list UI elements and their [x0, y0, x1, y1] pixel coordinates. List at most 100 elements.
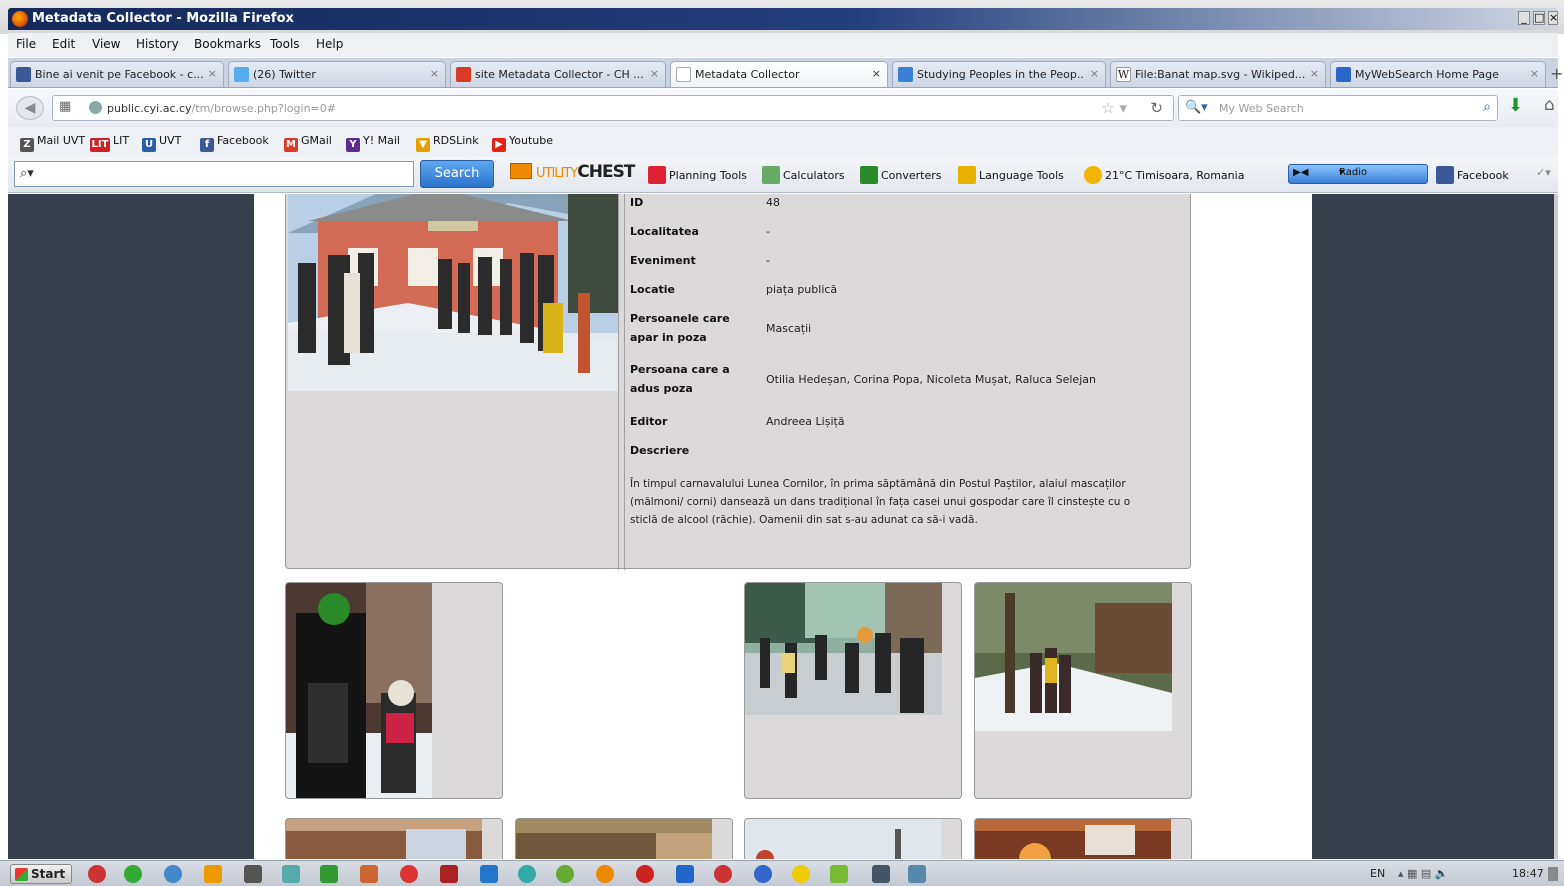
close-tab-icon[interactable]: × [208, 67, 217, 80]
toolbar-search-input[interactable]: ⌕▾ [14, 161, 414, 187]
explorer-taskbar-icon[interactable] [244, 865, 262, 883]
bookmark-facebook[interactable]: f Facebook [200, 134, 269, 152]
thumbnail-card[interactable] [285, 818, 503, 859]
tab-mywebsearch[interactable]: MyWebSearch Home Page × [1330, 61, 1546, 87]
thumbnail-image[interactable] [745, 819, 941, 859]
tray-icons[interactable]: ▴ ▦ ▤ 🔈 [1398, 867, 1449, 880]
media-taskbar-icon[interactable] [204, 865, 222, 883]
search-engine-icon[interactable]: 🔍▾ [1185, 100, 1208, 115]
thumbnail-card[interactable] [744, 582, 962, 799]
bookmark-youtube[interactable]: ▶ Youtube [492, 134, 553, 152]
excel-taskbar-icon[interactable] [320, 865, 338, 883]
thumbnail-image[interactable] [975, 819, 1171, 859]
back-button[interactable]: ◀ [16, 96, 44, 120]
app-taskbar-icon[interactable] [636, 865, 654, 883]
bookmark-star-icon[interactable]: ☆ ▾ [1101, 99, 1127, 117]
planning-tools-menu[interactable]: Planning Tools [648, 166, 747, 184]
bookmark-uvt[interactable]: U UVT [142, 134, 181, 152]
page-scrollbar[interactable] [1554, 194, 1558, 859]
calculators-menu[interactable]: Calculators [762, 166, 845, 184]
home-icon[interactable]: ⌂ [1544, 95, 1555, 115]
app-taskbar-icon[interactable] [518, 865, 536, 883]
skype-taskbar-icon[interactable] [480, 865, 498, 883]
app-taskbar-icon[interactable] [830, 865, 848, 883]
menu-help[interactable]: Help [316, 37, 343, 51]
language-indicator[interactable]: EN [1370, 867, 1385, 880]
tab-studying-peoples[interactable]: Studying Peoples in the Peop... × [892, 61, 1106, 87]
toolbar-options-icon[interactable]: ✓▾ [1536, 166, 1551, 179]
acrobat-taskbar-icon[interactable] [440, 865, 458, 883]
dropdown-arrow-icon[interactable]: ▾ [1339, 167, 1421, 178]
thumbnail-card[interactable] [974, 818, 1192, 859]
chrome-taskbar-icon[interactable] [124, 865, 142, 883]
app-taskbar-icon[interactable] [872, 865, 890, 883]
utility-chest-logo[interactable]: UTILITYCHEST [510, 162, 635, 182]
reload-icon[interactable]: ↻ [1150, 99, 1163, 117]
download-arrow-icon[interactable]: ⬇ [1508, 95, 1523, 116]
ie-taskbar-icon[interactable] [164, 865, 182, 883]
tab-site-metadata[interactable]: site Metadata Collector - CH ... × [450, 61, 666, 87]
bookmark-yahoo-mail[interactable]: Y Y! Mail [346, 134, 400, 152]
show-desktop-button[interactable] [1548, 867, 1558, 881]
menu-tools[interactable]: Tools [270, 37, 300, 51]
toolbar-facebook[interactable]: Facebook [1436, 166, 1509, 184]
minimize-button[interactable]: _ [1518, 11, 1530, 25]
tab-wikipedia[interactable]: W File:Banat map.svg - Wikiped... × [1110, 61, 1326, 87]
close-window-button[interactable]: × [1548, 11, 1558, 25]
converters-menu[interactable]: Converters [860, 166, 942, 184]
app-taskbar-icon[interactable] [282, 865, 300, 883]
app-taskbar-icon[interactable] [908, 865, 926, 883]
maximize-button[interactable]: □ [1533, 11, 1545, 25]
web-search-box[interactable]: 🔍▾ My Web Search ⌕ [1178, 95, 1498, 121]
close-tab-icon[interactable]: × [650, 67, 659, 80]
tab-facebook[interactable]: Bine ai venit pe Facebook - c... × [10, 61, 224, 87]
radio-player[interactable]: ▶◀ Radio ▾ [1288, 164, 1428, 184]
identity-icon[interactable]: ▦ [59, 99, 71, 114]
thumbnail-card[interactable] [744, 818, 962, 859]
field-label: Editor [630, 415, 668, 428]
thumbnail-card[interactable] [974, 582, 1192, 799]
tab-twitter[interactable]: (26) Twitter × [228, 61, 446, 87]
thumbnail-card[interactable] [515, 818, 733, 859]
app-taskbar-icon[interactable] [400, 865, 418, 883]
firefox-taskbar-icon[interactable] [88, 865, 106, 883]
new-tab-button[interactable]: + [1550, 64, 1563, 83]
language-tools-menu[interactable]: Language Tools [958, 166, 1064, 184]
thumbnail-image[interactable] [516, 819, 712, 859]
menu-file[interactable]: File [16, 37, 36, 51]
thumbnail-image[interactable] [975, 583, 1172, 731]
main-photo[interactable] [288, 194, 618, 391]
app-taskbar-icon[interactable] [596, 865, 614, 883]
menu-edit[interactable]: Edit [52, 37, 75, 51]
powerpoint-taskbar-icon[interactable] [360, 865, 378, 883]
thumbnail-card[interactable] [285, 582, 503, 799]
save-taskbar-icon[interactable] [676, 865, 694, 883]
menu-history[interactable]: History [136, 37, 179, 51]
close-tab-icon[interactable]: × [872, 67, 881, 80]
bookmark-gmail[interactable]: M GMail [284, 134, 332, 152]
app-taskbar-icon[interactable] [556, 865, 574, 883]
close-tab-icon[interactable]: × [430, 67, 439, 80]
menu-bookmarks[interactable]: Bookmarks [194, 37, 261, 51]
bookmark-mail-uvt[interactable]: Z Mail UVT [20, 134, 85, 152]
close-tab-icon[interactable]: × [1310, 67, 1319, 80]
search-go-icon[interactable]: ⌕ [1483, 99, 1491, 115]
weather-widget[interactable]: 21°C Timisoara, Romania [1084, 166, 1244, 184]
app-taskbar-icon[interactable] [792, 865, 810, 883]
thumbnail-image[interactable] [286, 583, 432, 798]
start-button[interactable]: Start [10, 864, 72, 884]
tab-metadata-collector[interactable]: Metadata Collector × [670, 61, 888, 87]
app-taskbar-icon[interactable] [754, 865, 772, 883]
clock[interactable]: 18:47 [1512, 867, 1544, 880]
toolbar-search-button[interactable]: Search [420, 160, 494, 188]
url-bar[interactable]: ▦ public.cyi.ac.cy/tm/browse.php?login=0… [52, 95, 1174, 121]
thumbnail-image[interactable] [286, 819, 482, 859]
menu-view[interactable]: View [92, 37, 120, 51]
play-icon[interactable]: ▶◀ [1293, 167, 1308, 178]
bookmark-lit[interactable]: LIT LIT [90, 134, 129, 152]
thumbnail-image[interactable] [745, 583, 942, 715]
app-taskbar-icon[interactable] [714, 865, 732, 883]
bookmark-rdslink[interactable]: ▼ RDSLink [416, 134, 479, 152]
close-tab-icon[interactable]: × [1090, 67, 1099, 80]
close-tab-icon[interactable]: × [1530, 67, 1539, 80]
